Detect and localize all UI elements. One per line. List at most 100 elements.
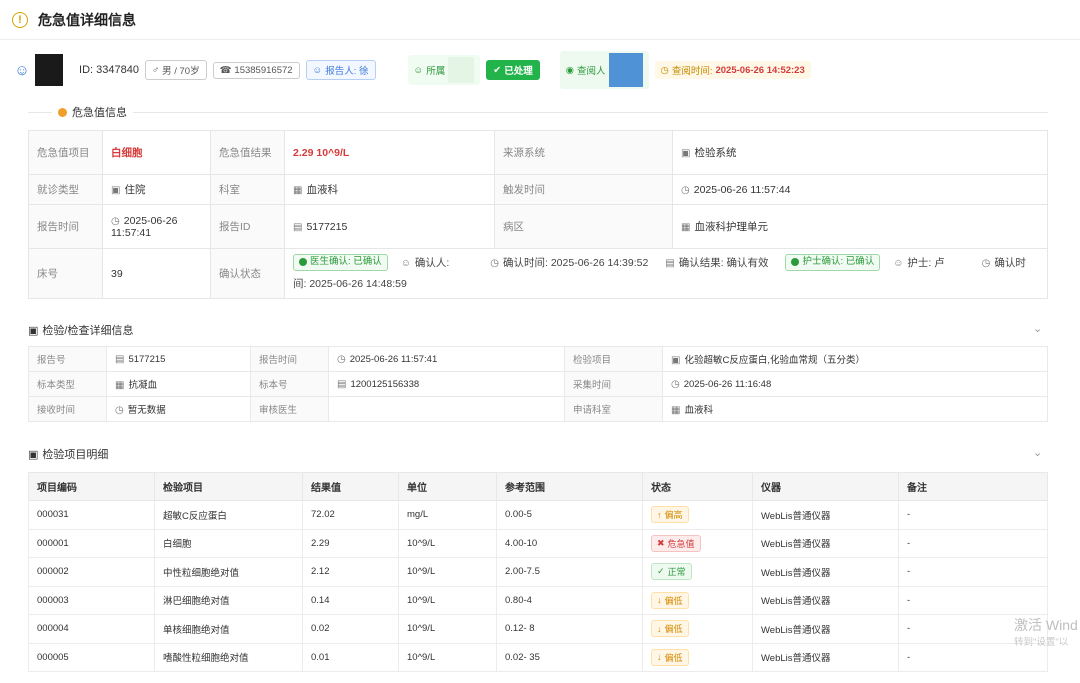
phone-icon: ☎	[219, 64, 232, 76]
cell-status: ✖ 危急值	[642, 528, 753, 558]
value-ward: ▦ 血液科护理单元	[672, 204, 1048, 249]
flask-icon: ▣	[28, 448, 39, 461]
phone-tag: ☎ 15385916572	[212, 61, 300, 79]
cell-status: ✓ 正常	[642, 557, 753, 587]
table-row[interactable]: 000003 淋巴细胞绝对值 0.14 10^9/L 0.80-4 ↓ 偏低 WebLis普通…	[28, 585, 1048, 615]
check-icon: ✔	[493, 64, 502, 76]
status-badge: ↓ 偏低	[651, 648, 689, 666]
gender-icon: ♂	[151, 64, 160, 76]
ward-redaction	[448, 57, 475, 83]
column-header[interactable]: 备注	[898, 472, 1048, 501]
label-report-id: 报告ID	[210, 204, 285, 249]
name-redaction	[35, 54, 64, 86]
viewer-redaction	[608, 53, 643, 87]
cell-note: -	[898, 528, 1048, 558]
table-row[interactable]: 000002 中性粒细胞绝对值 2.12 10^9/L 2.00-7.5 ✓ 正常 WebLi…	[28, 557, 1048, 587]
status-badge: ↓ 偏低	[651, 591, 689, 609]
exam-value: ◷ 2025-06-26 11:16:48	[662, 371, 1048, 397]
cell-name: 单核细胞绝对值	[154, 614, 303, 644]
column-header[interactable]: 状态	[642, 472, 753, 501]
status-icon: ↑	[657, 509, 662, 520]
confirmer: ☺ 确认人:	[400, 257, 450, 269]
label-confirm-status: 确认状态	[210, 248, 285, 299]
cell-code: 000003	[28, 585, 155, 615]
table-row[interactable]: 000005 嗜酸性粒细胞绝对值 0.01 10^9/L 0.02- 35 ↓ 偏低 WebL…	[28, 642, 1048, 672]
column-header[interactable]: 项目编码	[28, 472, 155, 501]
cell-code: 000001	[28, 528, 155, 558]
exam-value: ▤ 1200125156338	[328, 371, 565, 397]
column-header[interactable]: 参考范围	[496, 472, 643, 501]
doctor-confirm-tag: 医生确认: 已确认	[293, 253, 388, 271]
eye-icon: ◉	[565, 64, 575, 76]
reporter-tag: ☺ 报告人: 徐	[305, 60, 376, 80]
label-trigger-time: 触发时间	[494, 174, 673, 205]
check-circle-icon	[299, 258, 307, 266]
cell-note: -	[898, 557, 1048, 587]
exam-label: 标本类型	[28, 371, 107, 397]
table-row[interactable]: 000031 超敏C反应蛋白 72.02 mg/L 0.00-5 ↑ 偏高 WebLis普通仪…	[28, 500, 1048, 530]
table-row[interactable]: 000004 单核细胞绝对值 0.02 10^9/L 0.12- 8 ↓ 偏低 WebLis普…	[28, 614, 1048, 644]
clock-icon: ◷	[111, 215, 120, 227]
exam-label: 接收时间	[28, 396, 107, 422]
clock-icon: ◷	[337, 353, 346, 365]
exam-label: 申请科室	[564, 396, 663, 422]
column-header[interactable]: 结果值	[302, 472, 399, 501]
cell-unit: 10^9/L	[398, 557, 497, 587]
cell-instrument: WebLis普通仪器	[752, 585, 899, 615]
cell-unit: 10^9/L	[398, 614, 497, 644]
cell-code: 000031	[28, 500, 155, 530]
cell-instrument: WebLis普通仪器	[752, 642, 899, 672]
user-icon: ☺	[413, 64, 424, 76]
cell-value: 2.29	[302, 528, 399, 558]
clock-icon: ◷	[490, 258, 499, 269]
status-badge: ✖ 危急值	[651, 534, 701, 552]
value-visit-type: ▣ 住院	[102, 174, 211, 205]
user-icon: ☺	[14, 61, 30, 79]
exam-label: 报告时间	[250, 346, 329, 372]
status-icon: ✓	[657, 566, 665, 577]
exam-row: 标本类型 ▦ 抗凝血 标本号 ▤ 1200125156338 采集时间 ◷ 2025-06-26…	[28, 371, 1048, 397]
flask-icon: ▣	[671, 355, 681, 366]
cell-range: 0.00-5	[496, 500, 643, 530]
exam-label: 检验项目	[564, 346, 663, 372]
cell-value: 72.02	[302, 500, 399, 530]
cell-status: ↑ 偏高	[642, 500, 753, 530]
cell-name: 白细胞	[154, 528, 303, 558]
status-icon: ↓	[657, 595, 662, 606]
chevron-down-icon[interactable]: ⌄	[1033, 446, 1042, 459]
column-header[interactable]: 检验项目	[154, 472, 303, 501]
table-row[interactable]: 000001 白细胞 2.29 10^9/L 4.00-10 ✖ 危急值 WebLis普通仪器…	[28, 528, 1048, 558]
label-source: 来源系统	[494, 130, 673, 175]
column-header[interactable]: 单位	[398, 472, 497, 501]
chevron-down-icon[interactable]: ⌄	[1033, 322, 1042, 335]
critical-info-table: 危急值项目 白细胞 危急值结果 2.29 10^9/L 来源系统 ▣ 检验系统 就…	[28, 130, 1048, 299]
exam-value: ◷ 2025-06-26 11:57:41	[328, 346, 565, 372]
user-icon: ☺	[893, 258, 904, 269]
status-badge: ↓ 偏低	[651, 620, 689, 638]
label-bed: 床号	[28, 248, 103, 299]
cell-range: 2.00-7.5	[496, 557, 643, 587]
exam-section-title[interactable]: ▣ 检验/检查详细信息	[28, 322, 133, 338]
user-icon: ☺	[400, 258, 411, 269]
clock-icon: ◷	[660, 64, 669, 76]
cell-code: 000002	[28, 557, 155, 587]
processed-status-button[interactable]: ✔ 已处理	[486, 60, 540, 80]
exam-info-table: 报告号 ▤ 5177215 报告时间 ◷ 2025-06-26 11:57:41 检验项目 ▣…	[28, 346, 1048, 422]
exam-value	[328, 396, 565, 422]
value-report-time: ◷ 2025-06-26 11:57:41	[102, 204, 211, 249]
exam-label: 审核医生	[250, 396, 329, 422]
column-header[interactable]: 仪器	[752, 472, 899, 501]
building-icon: ▦	[293, 185, 303, 196]
cell-name: 嗜酸性粒细胞绝对值	[154, 642, 303, 672]
patient-info-row: ☺ 贾 ID: 3347840 ♂男 / 70岁 ☎15385916572 ☺报…	[14, 51, 811, 89]
cell-value: 0.14	[302, 585, 399, 615]
label-dept: 科室	[210, 174, 285, 205]
section-divider	[28, 112, 1048, 113]
label-result: 危急值结果	[210, 130, 285, 175]
clock-icon: ◷	[115, 405, 124, 416]
cell-value: 2.12	[302, 557, 399, 587]
detail-section-title[interactable]: ▣ 检验项目明细	[28, 446, 108, 462]
status-badge: ↑ 偏高	[651, 506, 689, 524]
clock-icon: ◷	[671, 378, 680, 390]
cell-instrument: WebLis普通仪器	[752, 528, 899, 558]
